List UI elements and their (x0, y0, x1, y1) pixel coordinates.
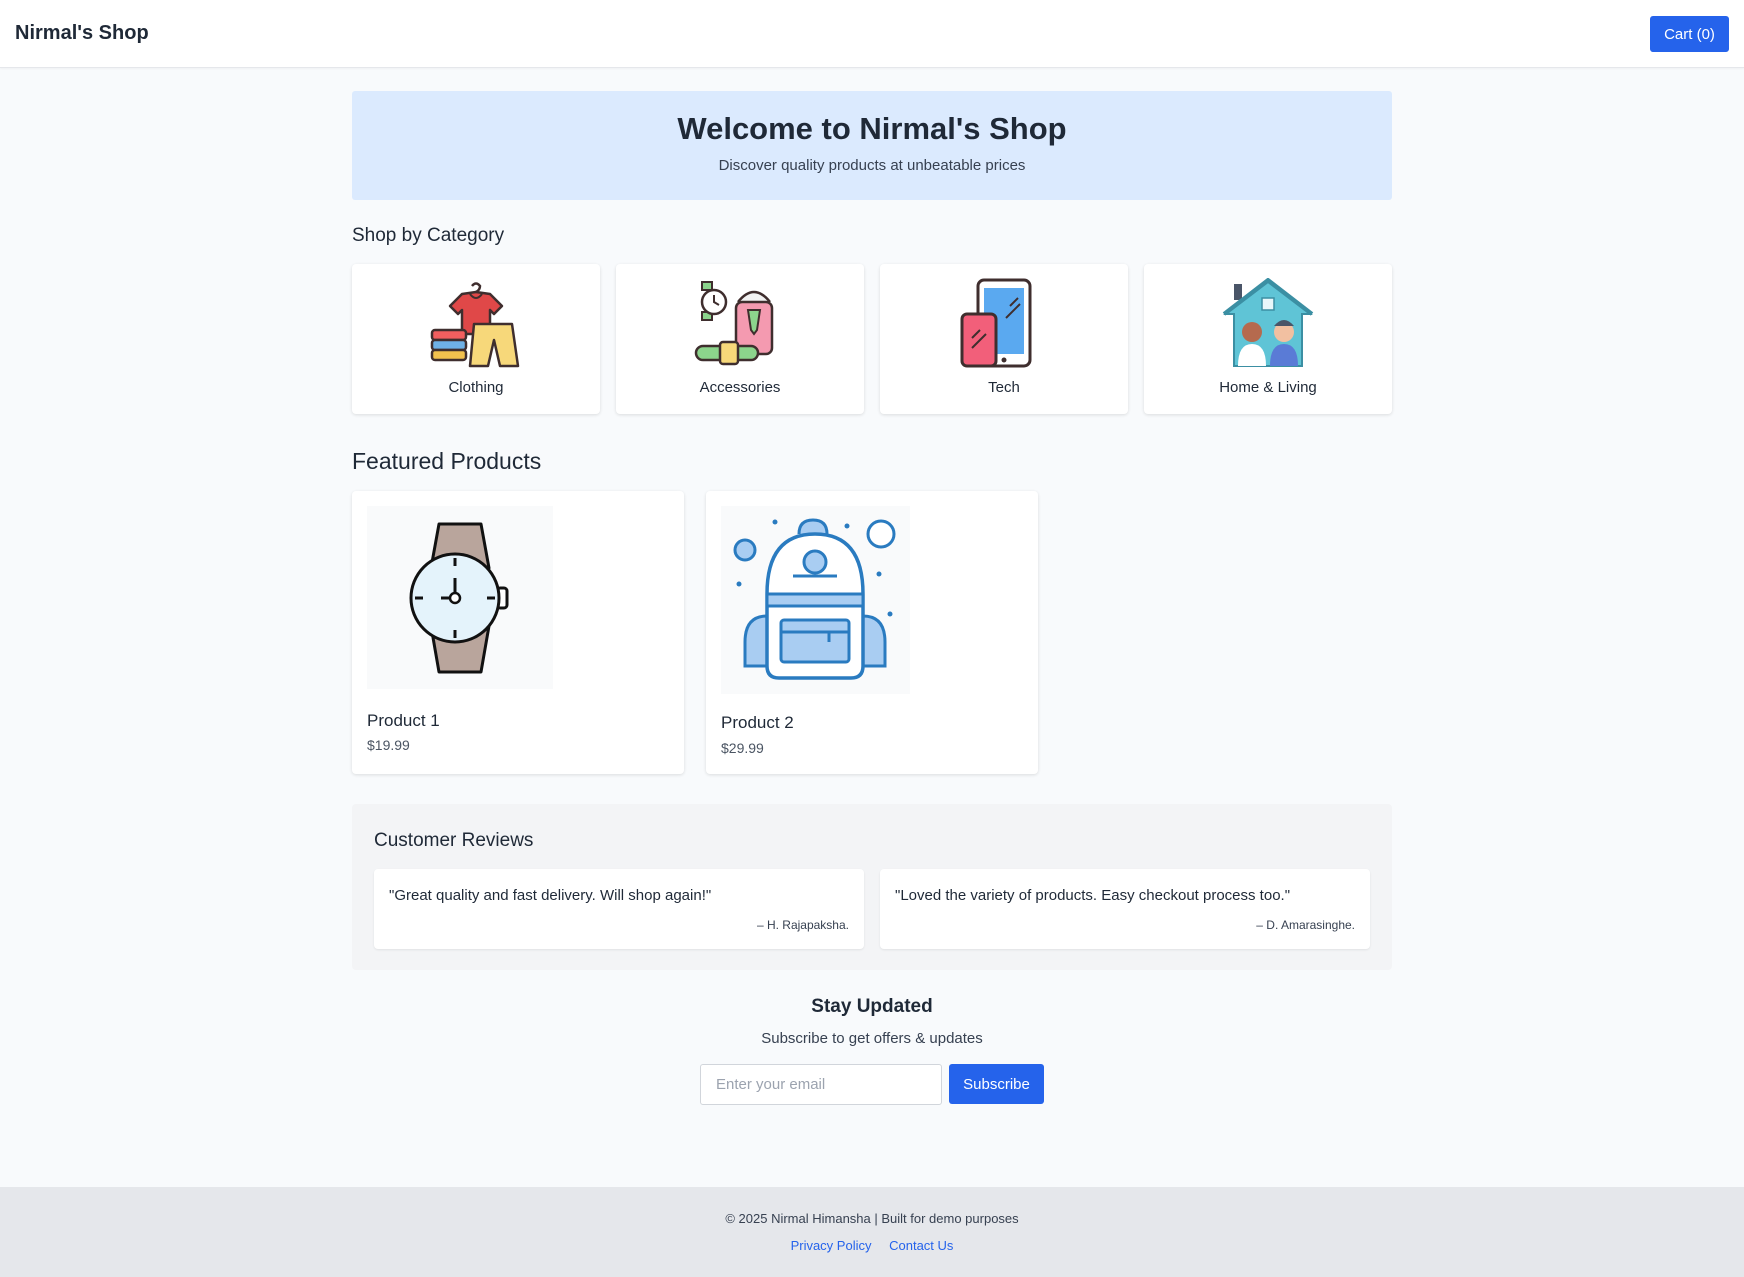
category-card-tech[interactable]: Tech (880, 264, 1128, 414)
contact-us-link[interactable]: Contact Us (889, 1238, 953, 1253)
hero-title: Welcome to Nirmal's Shop (677, 111, 1067, 146)
email-input[interactable] (700, 1064, 942, 1105)
product-price: $19.99 (367, 737, 410, 753)
home-living-icon (1222, 278, 1314, 367)
product-price: $29.99 (721, 740, 764, 756)
backpack-icon (733, 518, 896, 680)
category-label: Clothing (448, 379, 504, 396)
top-nav-bar: Nirmal's Shop Cart (0) (0, 0, 1744, 68)
footer-copyright: © 2025 Nirmal Himansha | Built for demo … (725, 1211, 1019, 1226)
product-card[interactable]: Product 1 $19.99 (352, 491, 684, 774)
privacy-policy-link[interactable]: Privacy Policy (791, 1238, 872, 1253)
review-author: – H. Rajapaksha. (756, 918, 849, 932)
watch-icon (409, 522, 509, 674)
customer-reviews-section: Customer Reviews "Great quality and fast… (352, 804, 1392, 970)
cart-button[interactable]: Cart (0) (1650, 16, 1729, 52)
review-card: "Loved the variety of products. Easy che… (880, 869, 1370, 949)
accessories-icon (694, 281, 774, 366)
product-name: Product 1 (367, 711, 440, 730)
category-label: Home & Living (1219, 379, 1317, 396)
product-image (721, 506, 910, 694)
category-label: Tech (988, 379, 1020, 396)
review-text: "Great quality and fast delivery. Will s… (389, 887, 712, 904)
category-card-accessories[interactable]: Accessories (616, 264, 864, 414)
hero-subtitle: Discover quality products at unbeatable … (718, 157, 1026, 174)
featured-heading: Featured Products (352, 448, 542, 474)
category-card-clothing[interactable]: Clothing (352, 264, 600, 414)
footer: © 2025 Nirmal Himansha | Built for demo … (0, 1187, 1744, 1277)
category-label: Accessories (699, 379, 781, 396)
review-card: "Great quality and fast delivery. Will s… (374, 869, 864, 949)
newsletter-title: Stay Updated (811, 996, 933, 1017)
categories-heading: Shop by Category (352, 225, 505, 246)
review-author: – D. Amarasinghe. (1256, 918, 1355, 932)
clothing-icon (430, 282, 520, 368)
newsletter-subtitle: Subscribe to get offers & updates (761, 1030, 983, 1047)
tech-icon (960, 278, 1032, 368)
reviews-heading: Customer Reviews (374, 830, 534, 851)
site-brand[interactable]: Nirmal's Shop (15, 22, 149, 45)
review-text: "Loved the variety of products. Easy che… (895, 887, 1291, 904)
footer-links: Privacy Policy Contact Us (0, 1238, 1744, 1253)
category-card-home-living[interactable]: Home & Living (1144, 264, 1392, 414)
product-card[interactable]: Product 2 $29.99 (706, 491, 1038, 774)
subscribe-button[interactable]: Subscribe (949, 1064, 1044, 1104)
product-image (367, 506, 553, 689)
product-name: Product 2 (721, 713, 794, 732)
hero-banner: Welcome to Nirmal's Shop Discover qualit… (352, 91, 1392, 200)
